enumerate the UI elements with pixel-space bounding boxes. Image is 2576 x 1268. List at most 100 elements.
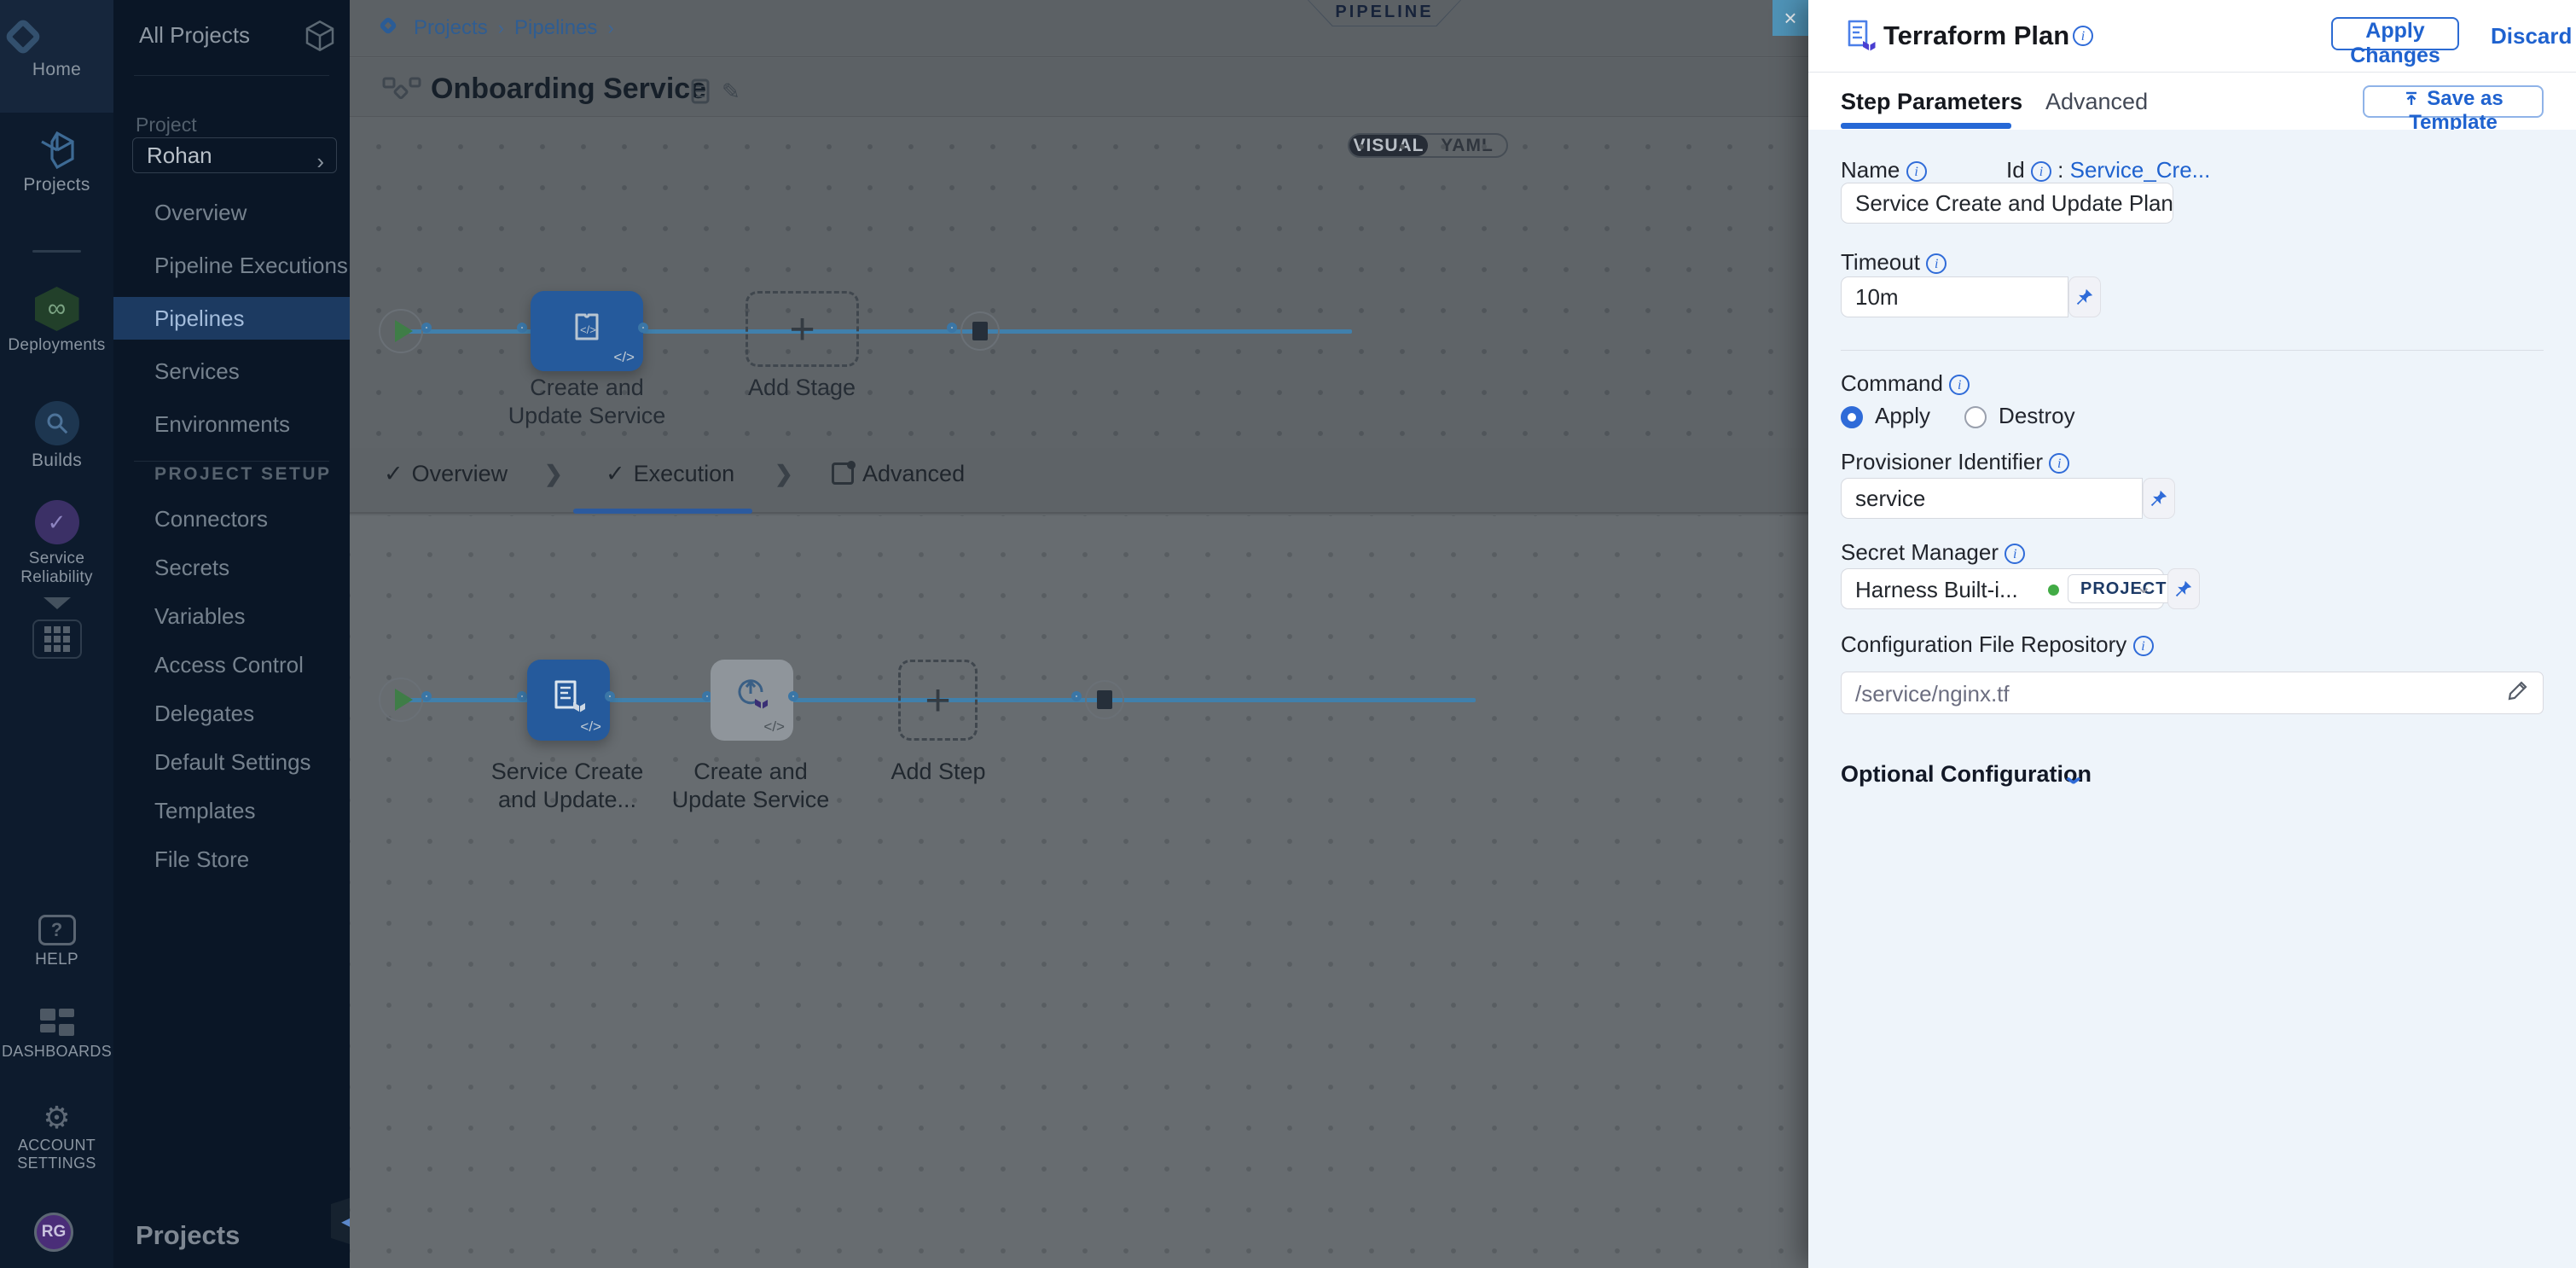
check-icon: ✓ xyxy=(606,461,625,486)
provisioner-identifier-input[interactable] xyxy=(1841,478,2143,519)
sidebar-item-secrets[interactable]: Secrets xyxy=(113,546,350,589)
sidebar-item-delegates[interactable]: Delegates xyxy=(113,692,350,735)
pin-icon xyxy=(2174,579,2193,598)
sidebar-item-variables[interactable]: Variables xyxy=(113,595,350,637)
sidebar-item-templates[interactable]: Templates xyxy=(113,789,350,832)
deployments-icon: ∞ xyxy=(35,287,79,331)
radio-destroy-label[interactable]: Destroy xyxy=(1999,403,2075,428)
rail-item-deployments[interactable]: ∞ Deployments xyxy=(0,287,113,355)
secret-manager-select[interactable]: Harness Built-i... PROJECT ⌄ xyxy=(1841,568,2164,609)
tab-advanced[interactable]: Advanced xyxy=(832,461,965,487)
gear-icon: ⚙ xyxy=(0,1102,113,1133)
sidebar-item-environments[interactable]: Environments xyxy=(113,403,350,445)
timeout-pin-button[interactable] xyxy=(2068,276,2101,317)
sidebar-item-access-control[interactable]: Access Control xyxy=(113,643,350,686)
rail-item-builds[interactable]: Builds xyxy=(0,401,113,471)
rail-item-projects[interactable]: Projects xyxy=(0,130,113,195)
info-icon[interactable]: i xyxy=(2073,26,2093,46)
rail-expand-chevron[interactable] xyxy=(0,597,113,609)
app-root: Home Projects ∞ Deployments Builds ✓ Ser… xyxy=(0,0,2576,1268)
step-node-terraform-plan[interactable]: </> xyxy=(527,660,610,741)
radio-apply[interactable] xyxy=(1841,406,1863,428)
rail-item-help[interactable]: ? HELP xyxy=(0,915,113,969)
edit-pencil-icon[interactable]: ✎ xyxy=(722,79,740,105)
tab-advanced[interactable]: Advanced xyxy=(2045,89,2148,115)
grid-icon xyxy=(32,619,82,659)
sidebar-item-pipelines[interactable]: Pipelines xyxy=(113,297,350,340)
exec-end-node xyxy=(1085,680,1124,719)
stage-node-create-update-service[interactable]: </> </> xyxy=(531,291,643,371)
info-icon[interactable]: i xyxy=(2031,161,2051,182)
module-rail: Home Projects ∞ Deployments Builds ✓ Ser… xyxy=(0,0,113,1268)
sidebar-item-overview[interactable]: Overview xyxy=(113,191,350,234)
stage-tabs-band xyxy=(350,448,1808,514)
harness-logo-icon xyxy=(378,15,403,41)
terraform-apply-step-icon xyxy=(731,675,774,718)
info-icon[interactable]: i xyxy=(1949,375,1970,395)
command-label: Command i xyxy=(1841,370,1970,397)
sidebar-item-default-settings[interactable]: Default Settings xyxy=(113,741,350,783)
name-input[interactable] xyxy=(1841,183,2173,224)
cube-icon[interactable] xyxy=(303,19,337,53)
play-icon xyxy=(395,689,413,711)
radio-destroy[interactable] xyxy=(1964,406,1987,428)
connector-dot xyxy=(788,691,798,701)
config-repo-value: /service/nginx.tf xyxy=(1855,681,2010,707)
optional-configuration-toggle[interactable]: Optional Configuration xyxy=(1841,761,2092,788)
breadcrumb-projects[interactable]: Projects xyxy=(414,16,488,40)
tab-step-parameters[interactable]: Step Parameters xyxy=(1841,89,2022,115)
rail-label: SETTINGS xyxy=(0,1155,113,1172)
chevron-down-icon[interactable]: ⌄ xyxy=(2061,763,2087,789)
terraform-plan-drawer: Terraform Plan i Apply Changes Discard S… xyxy=(1808,0,2576,1268)
sidebar-item-services[interactable]: Services xyxy=(113,350,350,393)
stage-graph-canvas[interactable]: </> </> Create and Update Service + Add … xyxy=(350,118,1808,448)
project-selector[interactable]: Rohan › xyxy=(132,137,337,173)
info-icon[interactable]: i xyxy=(1906,161,1927,182)
sidebar-item-pipeline-executions[interactable]: Pipeline Executions xyxy=(113,244,350,287)
config-file-repository-field[interactable]: /service/nginx.tf xyxy=(1841,672,2544,714)
rail-item-service-reliability[interactable]: ✓ Service Reliability xyxy=(0,500,113,587)
module-selector-button[interactable] xyxy=(0,619,113,659)
drawer-tabs: Step Parameters Advanced Save as Templat… xyxy=(1808,73,2576,130)
secret-manager-pin-button[interactable] xyxy=(2167,568,2200,609)
user-avatar[interactable]: RG xyxy=(34,1213,73,1252)
sidebar-item-connectors[interactable]: Connectors xyxy=(113,497,350,540)
rail-label: HELP xyxy=(0,951,113,969)
provisioner-pin-button[interactable] xyxy=(2143,478,2175,519)
add-stage-button[interactable]: + xyxy=(746,291,859,367)
notes-icon[interactable] xyxy=(691,79,710,104)
project-label: Project xyxy=(136,113,197,137)
tab-overview[interactable]: ✓Overview xyxy=(384,461,508,487)
pin-icon xyxy=(2150,489,2168,508)
execution-graph-canvas[interactable]: </> Service Create and Update... </> Cre… xyxy=(350,515,1808,1268)
custom-stage-icon: </> xyxy=(570,310,604,344)
pin-icon xyxy=(2075,288,2094,306)
rail-item-dashboards[interactable]: DASHBOARDS xyxy=(0,1009,113,1061)
radio-apply-label[interactable]: Apply xyxy=(1875,403,1930,428)
info-icon[interactable]: i xyxy=(1926,253,1947,274)
info-icon[interactable]: i xyxy=(2133,636,2154,656)
info-icon[interactable]: i xyxy=(2049,453,2069,474)
pipeline-graph-icon xyxy=(382,77,421,102)
apply-changes-button[interactable]: Apply Changes xyxy=(2331,17,2459,50)
info-icon[interactable]: i xyxy=(2005,544,2025,564)
chevron-down-icon[interactable]: ⌄ xyxy=(2135,574,2152,599)
plus-icon: + xyxy=(925,683,950,718)
id-value-link[interactable]: Service_Cre... xyxy=(2070,157,2211,183)
discard-button[interactable]: Discard xyxy=(2491,23,2572,49)
edit-pencil-icon[interactable] xyxy=(2507,679,2529,705)
tab-execution[interactable]: ✓Execution xyxy=(606,461,734,487)
add-step-button[interactable]: + xyxy=(898,660,978,741)
sidebar-item-file-store[interactable]: File Store xyxy=(113,838,350,881)
timeout-input[interactable] xyxy=(1841,276,2068,317)
rail-item-account-settings[interactable]: ⚙ ACCOUNT SETTINGS xyxy=(0,1102,113,1172)
save-as-template-button[interactable]: Save as Template xyxy=(2363,85,2544,118)
rail-item-home[interactable]: Home xyxy=(0,0,113,113)
chevron-right-icon: › xyxy=(498,17,504,39)
breadcrumb-pipelines[interactable]: Pipelines xyxy=(514,16,597,40)
close-drawer-button[interactable]: × xyxy=(1772,0,1808,36)
all-projects-link[interactable]: All Projects xyxy=(139,22,250,49)
yaml-code-badge: </> xyxy=(763,718,785,736)
step-node-label: Create and Update Service xyxy=(665,758,836,814)
step-node-terraform-apply[interactable]: </> xyxy=(711,660,793,741)
